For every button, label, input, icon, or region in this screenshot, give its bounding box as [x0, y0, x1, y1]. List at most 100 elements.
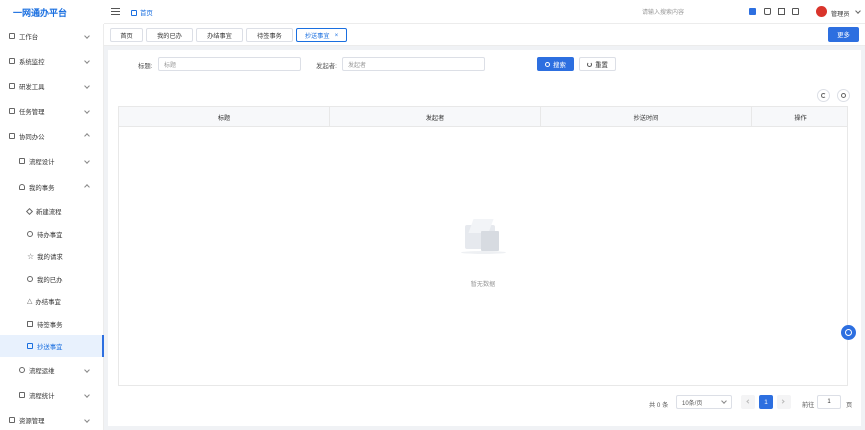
sidebar-item-tasks[interactable]: 任务管理 [9, 104, 103, 118]
sidebar-item-cowork[interactable]: 协同办公 [9, 129, 103, 143]
monitor-icon [9, 58, 15, 64]
sidebar-item-label: 抄送事宜 [37, 343, 63, 351]
fullscreen-icon[interactable] [778, 8, 785, 15]
chevron-down-icon [721, 398, 727, 404]
next-page-button[interactable] [777, 395, 791, 409]
sidebar-item-to-sign[interactable]: 待签事务 [27, 317, 103, 331]
chevron-down-icon [84, 33, 90, 39]
sidebar-item-flow-stats[interactable]: 流程统计 [19, 388, 103, 402]
sidebar-item-workbench[interactable]: 工作台 [9, 29, 103, 43]
sidebar-item-new-flow[interactable]: 新建流程 [25, 204, 103, 218]
shirt-icon[interactable] [764, 8, 771, 15]
avatar[interactable] [816, 6, 827, 17]
empty-illustration-icon [461, 217, 506, 257]
sidebar-item-cc[interactable]: 抄送事宜 [27, 339, 103, 353]
tab-finished[interactable]: 办结事宜 [196, 28, 243, 42]
sidebar-item-label: 任务管理 [19, 108, 45, 116]
sidebar-item-devtools[interactable]: 研发工具 [9, 79, 103, 93]
sidebar: 工作台 系统监控 研发工具 任务管理 协同办公 流程设计 我的事务 新建流程 待… [0, 24, 104, 430]
title-placeholder: 标题 [164, 62, 177, 69]
sidebar-item-my-requests[interactable]: ☆ 我的请求 [27, 249, 103, 263]
search-button[interactable]: 搜索 [537, 57, 574, 71]
reset-button-label: 重置 [595, 61, 608, 69]
sidebar-item-resources[interactable]: 资源管理 [9, 413, 103, 427]
breadcrumb[interactable]: 首页 [131, 8, 153, 17]
tab-cc[interactable]: 抄送事宜 × [296, 28, 347, 42]
flow-icon [19, 158, 25, 164]
tab-my-done[interactable]: 我的已办 [146, 28, 193, 42]
chevron-down-icon [84, 58, 90, 64]
sidebar-item-label: 流程设计 [29, 158, 55, 166]
hamburger-icon[interactable] [111, 8, 120, 15]
sidebar-item-label: 工作台 [19, 33, 39, 41]
sidebar-item-finished[interactable]: △ 办结事宜 [27, 294, 103, 308]
search-toggle-button[interactable] [837, 89, 850, 102]
sidebar-item-label: 我的已办 [37, 276, 63, 284]
sidebar-item-flow-design[interactable]: 流程设计 [19, 154, 103, 168]
sidebar-item-label: 系统监控 [19, 58, 45, 66]
triangle-icon: △ [27, 298, 33, 305]
tab-to-sign[interactable]: 待签事务 [246, 28, 293, 42]
chevron-down-icon [84, 367, 90, 373]
page-1-button[interactable]: 1 [759, 395, 773, 409]
sidebar-item-label: 新建流程 [36, 208, 62, 216]
title-label: 标题: [138, 63, 153, 70]
chevron-down-icon[interactable] [855, 8, 861, 14]
refresh-icon [587, 61, 593, 67]
prev-page-button[interactable] [741, 395, 755, 409]
sidebar-item-label: 流程运维 [29, 367, 55, 375]
bell-icon [19, 184, 25, 190]
clock-icon [27, 231, 33, 237]
title-input[interactable]: 标题 [158, 57, 301, 71]
sidebar-item-monitor[interactable]: 系统监控 [9, 54, 103, 68]
page-size-select[interactable]: 10条/页 [676, 395, 732, 409]
cloud-icon [19, 367, 25, 373]
pen-icon [25, 207, 34, 215]
tab-home[interactable]: 首页 [110, 28, 143, 42]
chevron-down-icon [84, 108, 90, 114]
data-table: 标题 发起者 抄送时间 操作 暂无数据 [118, 106, 848, 386]
sidebar-item-my-affairs[interactable]: 我的事务 [19, 180, 103, 194]
chevron-up-icon [84, 133, 90, 139]
sidebar-item-label: 流程统计 [29, 392, 55, 400]
tab-label: 首页 [120, 32, 133, 40]
more-button-label: 更多 [837, 32, 850, 39]
goto-page-input[interactable]: 1 [817, 395, 841, 409]
table-header: 标题 发起者 抄送时间 操作 [119, 107, 847, 127]
refresh-table-button[interactable] [817, 89, 830, 102]
tab-label: 办结事宜 [207, 32, 232, 40]
floating-settings-button[interactable] [841, 325, 856, 340]
lang-icon[interactable] [749, 8, 756, 15]
chevron-down-icon [84, 158, 90, 164]
top-bar: 首页 请输入搜索内容 管理员 [104, 0, 865, 24]
chevron-up-icon [84, 184, 90, 190]
monitor-icon [9, 33, 15, 39]
tools-icon [9, 83, 15, 89]
sidebar-item-flow-ops[interactable]: 流程运维 [19, 363, 103, 377]
refresh-icon [821, 93, 826, 98]
gear-icon [845, 329, 852, 336]
tab-label: 我的已办 [157, 32, 182, 40]
user-name[interactable]: 管理员 [831, 9, 850, 18]
sender-label: 发起者: [316, 63, 337, 70]
reset-button[interactable]: 重置 [579, 57, 616, 71]
layout-icon[interactable] [792, 8, 799, 15]
sidebar-item-todo[interactable]: 待办事宜 [27, 227, 103, 241]
breadcrumb-home-icon [131, 9, 137, 16]
tab-label: 待签事务 [257, 32, 282, 40]
sender-input[interactable]: 发起者 [342, 57, 485, 71]
chevron-down-icon [84, 417, 90, 423]
sidebar-item-my-done[interactable]: 我的已办 [27, 272, 103, 286]
sidebar-item-label: 待签事务 [37, 321, 63, 329]
chart-icon [19, 392, 25, 398]
breadcrumb-home: 首页 [140, 10, 153, 17]
more-button[interactable]: 更多 [828, 27, 859, 42]
search-input[interactable]: 请输入搜索内容 [642, 7, 684, 16]
chevron-down-icon [84, 392, 90, 398]
sign-icon [27, 321, 33, 327]
folder-icon [9, 417, 15, 423]
column-header-cc-time: 抄送时间 [541, 107, 752, 127]
goto-prefix: 前往 [802, 402, 815, 409]
close-icon[interactable]: × [335, 32, 339, 39]
search-icon [841, 93, 846, 98]
